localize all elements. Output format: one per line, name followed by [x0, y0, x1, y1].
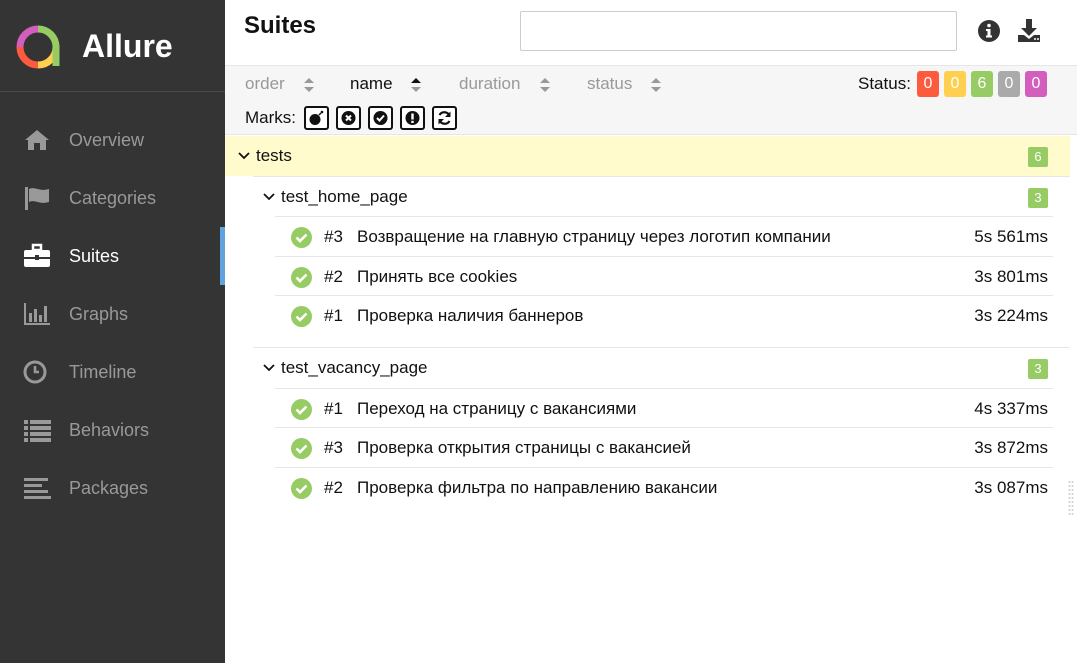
- sort-arrows-icon[interactable]: [410, 76, 422, 94]
- count-badge: 6: [1028, 147, 1048, 167]
- group-name: tests: [256, 146, 292, 165]
- sidebar-item-label: Overview: [69, 130, 145, 150]
- test-name: Проверка фильтра по направлению вакансии: [357, 478, 718, 497]
- status-broken-toggle[interactable]: 0: [944, 71, 966, 97]
- chevron-down-icon: [238, 152, 250, 160]
- tree-toolbar: order name duration status Status: 0 0 6…: [225, 65, 1077, 135]
- sidebar-item-label: Behaviors: [69, 420, 150, 440]
- refresh-icon: [438, 111, 451, 125]
- page-title: Suites: [244, 12, 317, 39]
- test-number: #2: [324, 267, 343, 286]
- check-circle-icon: [291, 227, 312, 248]
- status-skipped-toggle[interactable]: 0: [998, 71, 1020, 97]
- test-number: #3: [324, 438, 343, 457]
- group-name: test_home_page: [281, 187, 408, 206]
- test-number: #1: [324, 306, 343, 325]
- home-icon: [25, 130, 49, 150]
- sidebar-item-label: Suites: [69, 246, 120, 266]
- count-badge: 3: [1028, 359, 1048, 379]
- sidebar-item-suites[interactable]: Suites: [0, 227, 225, 285]
- test-row[interactable]: #1 Проверка наличия баннеров 3s 224ms: [275, 295, 1053, 335]
- sidebar-item-behaviors[interactable]: Behaviors: [0, 401, 225, 459]
- search-input[interactable]: [520, 11, 957, 51]
- sort-arrows-icon[interactable]: [539, 76, 551, 94]
- test-row[interactable]: #3 Проверка открытия страницы с вакансие…: [275, 427, 1053, 467]
- test-name: Проверка наличия баннеров: [357, 306, 584, 325]
- test-duration: 3s 801ms: [974, 267, 1048, 286]
- sidebar-item-label: Categories: [69, 188, 157, 208]
- status-passed-toggle[interactable]: 6: [971, 71, 993, 97]
- sidebar-item-label: Timeline: [69, 362, 137, 382]
- tree-group-test-vacancy-page[interactable]: test_vacancy_page 3: [253, 347, 1070, 387]
- sort-arrows-icon[interactable]: [303, 76, 315, 94]
- check-circle-icon: [291, 306, 312, 327]
- mark-new-failed-toggle[interactable]: [336, 106, 361, 130]
- test-row[interactable]: #2 Принять все cookies 3s 801ms: [275, 256, 1053, 296]
- check-circle-icon: [291, 267, 312, 288]
- sort-by-order[interactable]: order: [245, 74, 285, 94]
- tree-group-tests[interactable]: tests 6: [225, 136, 1070, 176]
- chevron-down-icon: [263, 364, 275, 372]
- test-duration: 5s 561ms: [974, 227, 1048, 246]
- exclamation-icon: [405, 111, 420, 125]
- test-duration: 3s 872ms: [974, 438, 1048, 457]
- check-circle-icon: [291, 399, 312, 420]
- test-name: Возвращение на главную страницу через ло…: [357, 227, 831, 246]
- brand-name: Allure: [82, 28, 173, 64]
- sidebar-item-label: Graphs: [69, 304, 129, 324]
- test-name: Принять все cookies: [357, 267, 518, 286]
- sort-by-name[interactable]: name: [350, 74, 393, 94]
- allure-logo-icon: [16, 25, 60, 69]
- status-failed-toggle[interactable]: 0: [917, 71, 939, 97]
- test-duration: 4s 337ms: [974, 399, 1048, 418]
- sidebar-item-label: Packages: [69, 478, 149, 498]
- pane-resize-handle[interactable]: [1068, 480, 1074, 518]
- status-unknown-toggle[interactable]: 0: [1025, 71, 1047, 97]
- marks-label: Marks:: [245, 108, 296, 127]
- times-circle-icon: [341, 111, 356, 125]
- sort-by-status[interactable]: status: [587, 74, 632, 94]
- check-circle-icon: [291, 478, 312, 499]
- briefcase-icon: [24, 243, 50, 267]
- test-name: Переход на страницу с вакансиями: [357, 399, 637, 418]
- tree-group-test-home-page[interactable]: test_home_page 3: [253, 176, 1070, 216]
- mark-new-broken-toggle[interactable]: [400, 106, 425, 130]
- clock-icon: [23, 360, 47, 384]
- test-name: Проверка открытия страницы с вакансией: [357, 438, 691, 457]
- download-icon[interactable]: [1016, 18, 1042, 44]
- align-left-icon: [24, 478, 51, 499]
- sidebar-item-graphs[interactable]: Graphs: [0, 285, 225, 343]
- list-icon: [24, 420, 51, 442]
- test-number: #1: [324, 399, 343, 418]
- sidebar: Allure Overview Categories Suites Graphs…: [0, 0, 225, 663]
- group-name: test_vacancy_page: [281, 358, 428, 377]
- bar-chart-icon: [24, 303, 50, 325]
- sort-by-duration[interactable]: duration: [459, 74, 520, 94]
- test-row[interactable]: #1 Переход на страницу с вакансиями 4s 3…: [275, 388, 1053, 428]
- sidebar-item-categories[interactable]: Categories: [0, 169, 225, 227]
- sidebar-item-packages[interactable]: Packages: [0, 459, 225, 517]
- check-circle-icon: [291, 438, 312, 459]
- bomb-icon: [309, 110, 324, 125]
- status-filter-label: Status:: [858, 74, 911, 93]
- test-duration: 3s 224ms: [974, 306, 1048, 325]
- flag-icon: [25, 187, 49, 210]
- info-icon[interactable]: [976, 18, 1002, 44]
- mark-retries-toggle[interactable]: [432, 106, 457, 130]
- test-duration: 3s 087ms: [974, 478, 1048, 497]
- mark-new-passed-toggle[interactable]: [368, 106, 393, 130]
- test-number: #3: [324, 227, 343, 246]
- sidebar-item-timeline[interactable]: Timeline: [0, 343, 225, 401]
- sort-arrows-icon[interactable]: [650, 76, 662, 94]
- chevron-down-icon: [263, 193, 275, 201]
- sidebar-item-overview[interactable]: Overview: [0, 111, 225, 169]
- count-badge: 3: [1028, 188, 1048, 208]
- brand[interactable]: Allure: [0, 0, 225, 92]
- check-circle-icon: [373, 111, 388, 125]
- mark-flaky-toggle[interactable]: [304, 106, 329, 130]
- test-row[interactable]: #2 Проверка фильтра по направлению вакан…: [275, 467, 1053, 507]
- test-row[interactable]: #3 Возвращение на главную страницу через…: [275, 216, 1053, 256]
- test-number: #2: [324, 478, 343, 497]
- main-pane: Suites order name duration status Status…: [225, 0, 1077, 663]
